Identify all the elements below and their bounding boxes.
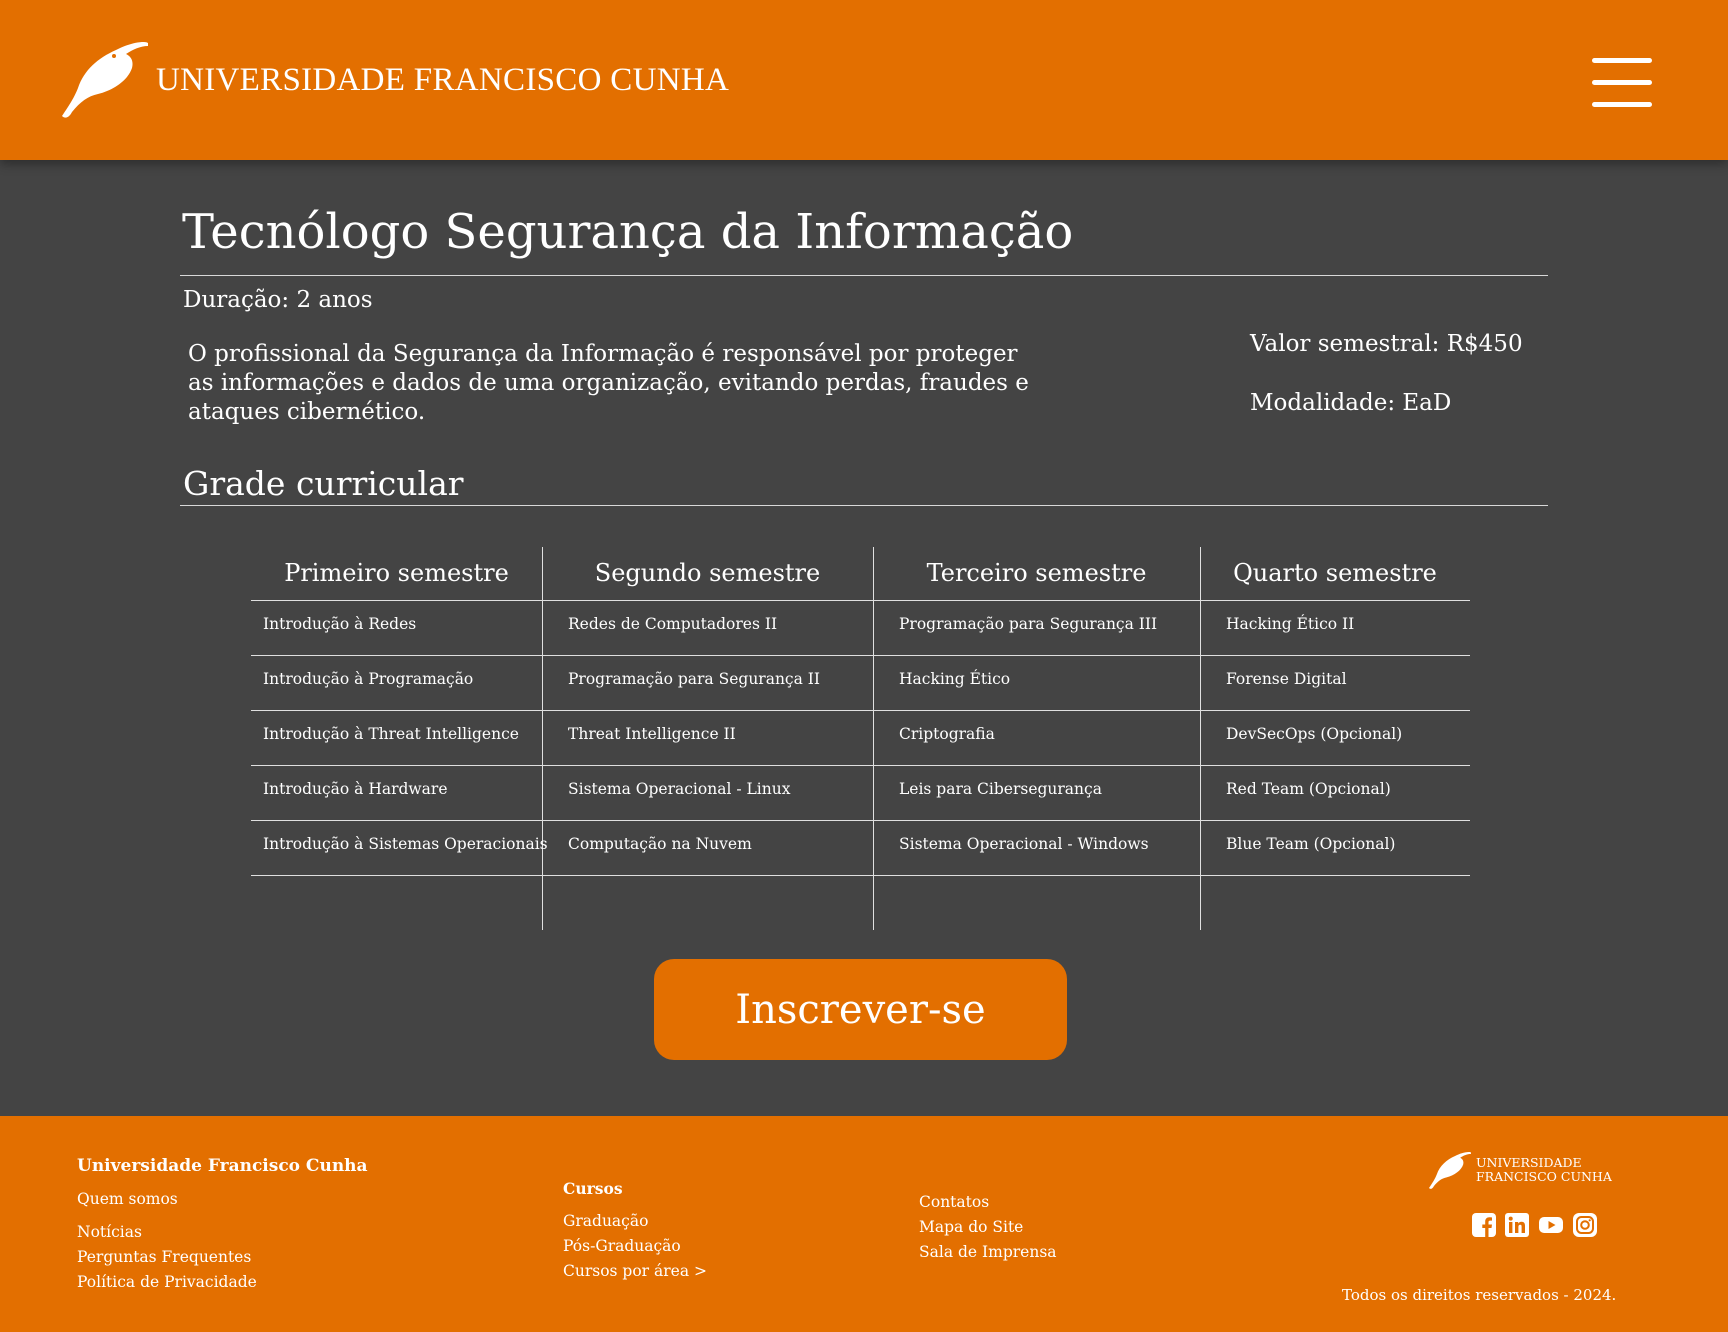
footer-link-pos-graduacao[interactable]: Pós-Graduação (563, 1237, 681, 1255)
table-cell: Programação para Segurança III (899, 615, 1158, 633)
column-header: Segundo semestre (594, 559, 821, 587)
footer-link-cursos-por-area[interactable]: Cursos por área > (563, 1262, 707, 1280)
table-cell: Introdução à Threat Intelligence (263, 725, 519, 743)
table-cell: Redes de Computadores II (568, 615, 778, 633)
linkedin-icon[interactable] (1505, 1213, 1529, 1237)
footer-brand-line: FRANCISCO CUNHA (1476, 1169, 1612, 1184)
row-divider (251, 655, 1470, 656)
table-cell: Leis para Cibersegurança (899, 780, 1102, 798)
toucan-logo-icon[interactable] (58, 38, 148, 120)
site-header: UNIVERSIDADE FRANCISCO CUNHA (0, 0, 1728, 160)
footer-brand: UNIVERSIDADE FRANCISCO CUNHA (1476, 1156, 1612, 1184)
toucan-logo-icon[interactable] (1427, 1150, 1471, 1190)
table-cell: DevSecOps (Opcional) (1226, 725, 1403, 743)
footer-link-sala-de-imprensa[interactable]: Sala de Imprensa (919, 1243, 1057, 1261)
footer-courses-heading[interactable]: Cursos (563, 1179, 623, 1198)
title-divider (180, 275, 1548, 276)
column-divider (1200, 547, 1201, 930)
column-divider (873, 547, 874, 930)
table-cell: Criptografia (899, 725, 995, 743)
footer-link-contatos[interactable]: Contatos (919, 1193, 989, 1211)
course-title: Tecnólogo Segurança da Informação (182, 204, 1074, 260)
table-cell: Introdução à Redes (263, 615, 417, 633)
row-divider (251, 710, 1470, 711)
table-cell: Introdução à Sistemas Operacionais (263, 835, 548, 853)
course-price: Valor semestral: R$450 (1250, 331, 1523, 357)
footer-link-mapa-do-site[interactable]: Mapa do Site (919, 1218, 1023, 1236)
table-cell: Blue Team (Opcional) (1226, 835, 1396, 853)
table-cell: Computação na Nuvem (568, 835, 752, 853)
instagram-icon[interactable] (1573, 1213, 1597, 1237)
table-cell: Threat Intelligence II (568, 725, 736, 743)
table-cell: Introdução à Programação (263, 670, 474, 688)
row-divider (251, 600, 1470, 601)
table-cell: Hacking Ético II (1226, 615, 1355, 633)
table-cell: Forense Digital (1226, 670, 1347, 688)
curriculum-title: Grade curricular (183, 464, 464, 503)
column-header: Terceiro semestre (926, 559, 1147, 587)
table-cell: Programação para Segurança II (568, 670, 821, 688)
hamburger-menu-icon[interactable] (1592, 58, 1652, 108)
footer-title[interactable]: Universidade Francisco Cunha (77, 1156, 368, 1176)
row-divider (251, 820, 1470, 821)
enroll-button[interactable]: Inscrever-se (654, 959, 1067, 1060)
course-description: O profissional da Segurança da Informaçã… (188, 341, 1029, 425)
row-divider (251, 875, 1470, 876)
course-duration: Duração: 2 anos (183, 287, 373, 313)
column-divider (542, 547, 543, 930)
copyright-text: Todos os direitos reservados - 2024. (1342, 1286, 1617, 1304)
footer-link-quem-somos[interactable]: Quem somos (77, 1190, 178, 1208)
table-cell: Sistema Operacional - Linux (568, 780, 791, 798)
column-header: Primeiro semestre (284, 559, 509, 587)
table-cell: Sistema Operacional - Windows (899, 835, 1149, 853)
curriculum-divider (180, 505, 1548, 506)
youtube-icon[interactable] (1539, 1213, 1563, 1237)
table-cell: Red Team (Opcional) (1226, 780, 1391, 798)
row-divider (251, 765, 1470, 766)
course-modality: Modalidade: EaD (1250, 390, 1452, 416)
footer-link-graduacao[interactable]: Graduação (563, 1212, 648, 1230)
footer-brand-line: UNIVERSIDADE (1476, 1155, 1582, 1170)
column-header: Quarto semestre (1233, 559, 1437, 587)
curriculum-table: Primeiro semestre Segundo semestre Terce… (251, 547, 1470, 930)
footer-link-privacidade[interactable]: Política de Privacidade (77, 1273, 257, 1291)
site-brand[interactable]: UNIVERSIDADE FRANCISCO CUNHA (156, 62, 729, 99)
table-cell: Hacking Ético (899, 670, 1011, 688)
footer-link-noticias[interactable]: Notícias (77, 1223, 142, 1241)
table-cell: Introdução à Hardware (263, 780, 448, 798)
footer-link-faq[interactable]: Perguntas Frequentes (77, 1248, 251, 1266)
facebook-icon[interactable] (1472, 1213, 1496, 1237)
